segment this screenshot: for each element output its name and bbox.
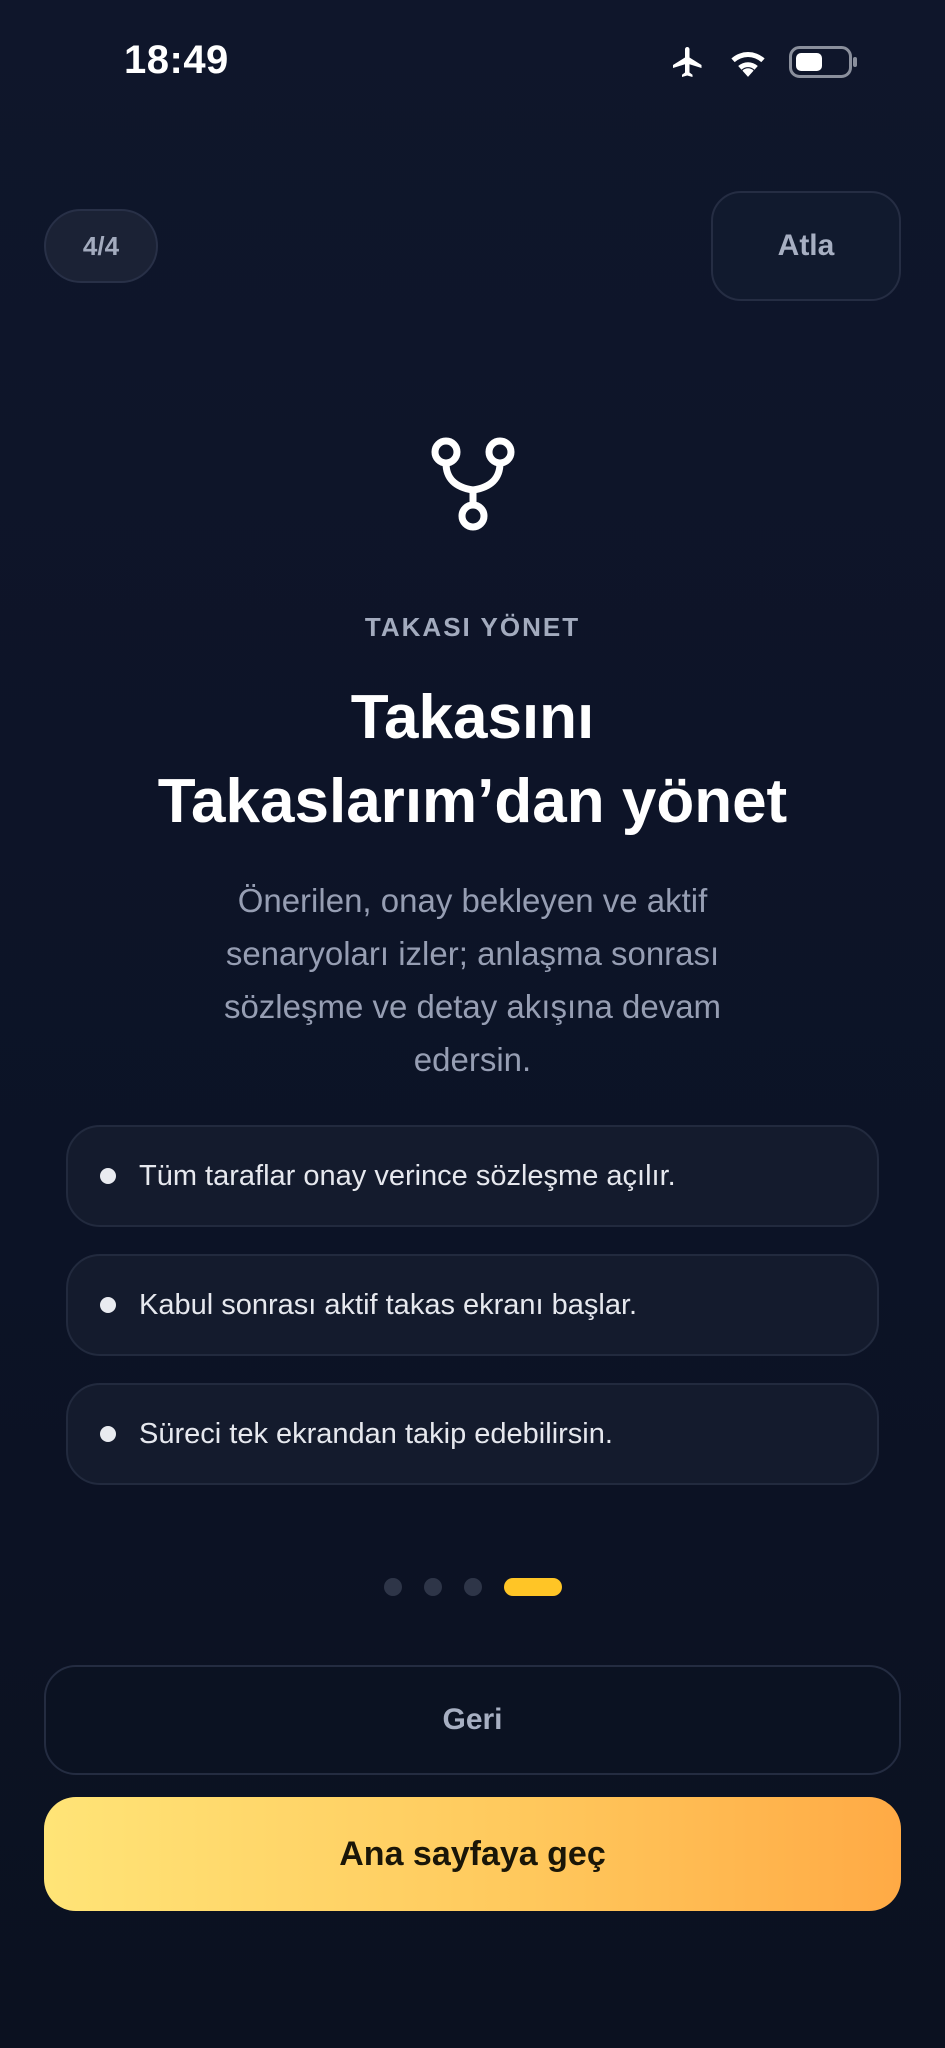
- section-eyebrow: TAKASI YÖNET: [364, 612, 581, 642]
- branch-icon: [428, 434, 518, 534]
- feature-card: Kabul sonrası aktif takas ekranı başlar.: [66, 1254, 879, 1356]
- pagination-dot-1[interactable]: [383, 1578, 402, 1596]
- feature-text: Kabul sonrası aktif takas ekranı başlar.: [139, 1288, 638, 1321]
- step-indicator-badge: 4/4: [44, 209, 158, 283]
- pagination-dot-4-active[interactable]: [503, 1578, 562, 1596]
- page-title: Takasını Takaslarım’dan yönet: [60, 676, 885, 844]
- bullet-dot-icon: [100, 1426, 116, 1442]
- feature-card: Tüm taraflar onay verince sözleşme açılı…: [66, 1125, 879, 1227]
- status-icons: [669, 44, 859, 80]
- pagination-dots: [0, 1578, 945, 1596]
- status-time: 18:49: [124, 38, 229, 82]
- page-title-line-1: Takasını: [350, 683, 595, 752]
- wifi-icon: [727, 46, 769, 78]
- pagination-dot-2[interactable]: [423, 1578, 442, 1596]
- feature-text: Tüm taraflar onay verince sözleşme açılı…: [139, 1159, 676, 1192]
- bullet-dot-icon: [100, 1168, 116, 1184]
- onboarding-screen: 18:49 4/4 Atla TAKASI YÖNET Takasını Tak…: [0, 0, 945, 2048]
- back-button[interactable]: Geri: [44, 1665, 901, 1775]
- pagination-dot-3[interactable]: [463, 1578, 482, 1596]
- feature-text: Süreci tek ekrandan takip edebilirsin.: [139, 1417, 613, 1450]
- status-bar: 18:49: [0, 0, 945, 130]
- page-description: Önerilen, onay bekleyen ve aktif senaryo…: [223, 882, 722, 1078]
- bullet-dot-icon: [100, 1297, 116, 1313]
- feature-list: Tüm taraflar onay verince sözleşme açılı…: [66, 1125, 879, 1485]
- airplane-icon: [669, 44, 707, 80]
- page-title-line-2: Takaslarım’dan yönet: [157, 767, 788, 836]
- battery-icon: [789, 45, 859, 79]
- go-to-home-button[interactable]: Ana sayfaya geç: [44, 1797, 901, 1911]
- feature-card: Süreci tek ekrandan takip edebilirsin.: [66, 1383, 879, 1485]
- skip-button[interactable]: Atla: [711, 191, 901, 301]
